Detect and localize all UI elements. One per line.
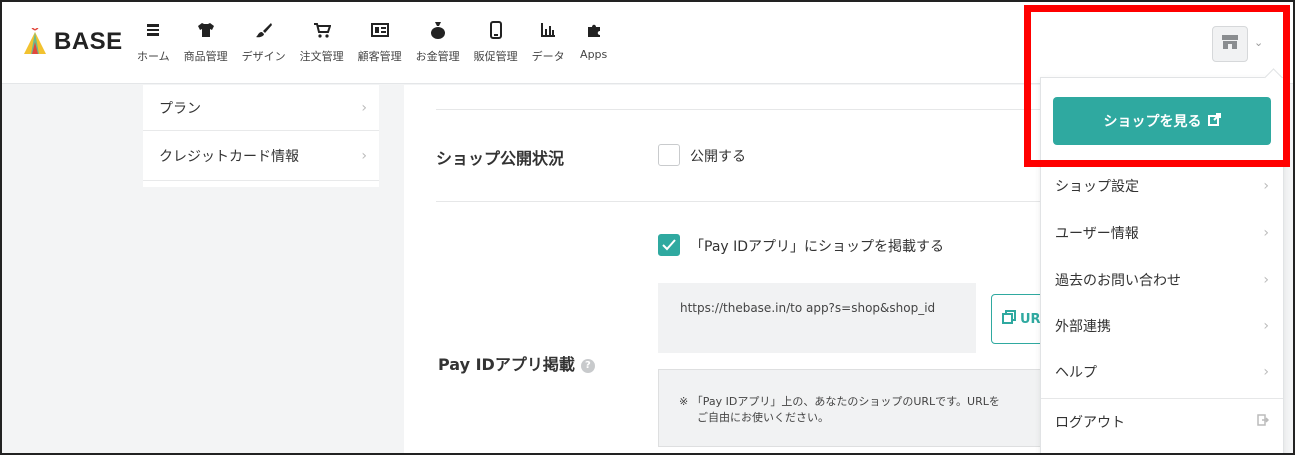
- nav-design[interactable]: デザイン: [242, 18, 286, 64]
- dropdown-item-integrations[interactable]: 外部連携 ›: [1041, 302, 1283, 350]
- shop-url-text: https://thebase.in/to app?s=shop&shop_id: [680, 301, 936, 315]
- dropdown-item-shop-settings[interactable]: ショップ設定 ›: [1041, 162, 1283, 210]
- help-icon[interactable]: ?: [580, 358, 595, 373]
- publish-checkbox[interactable]: [658, 144, 680, 166]
- copy-icon: [1002, 310, 1016, 328]
- payid-listing-label: Pay IDアプリ掲載?: [438, 351, 595, 375]
- sidebar-item-label: クレジットカード情報: [159, 148, 299, 165]
- logout-item[interactable]: ログアウト: [1041, 398, 1283, 446]
- brush-icon: [249, 18, 279, 42]
- base-logo[interactable]: BASE: [22, 27, 123, 56]
- nav-products[interactable]: 商品管理: [184, 18, 228, 64]
- payid-listing-text: Pay IDアプリ掲載: [438, 355, 575, 374]
- puzzle-icon: [579, 18, 609, 42]
- brand-name: BASE: [54, 28, 123, 55]
- nav-label: Apps: [580, 48, 608, 61]
- shop-status-label: ショップ公開状況: [436, 149, 565, 168]
- dropdown-item-help[interactable]: ヘルプ ›: [1041, 348, 1283, 396]
- nav-money[interactable]: お金管理: [416, 18, 460, 64]
- check-icon: [662, 239, 676, 251]
- sidebar-item-credit-card[interactable]: クレジットカード情報 ›: [143, 131, 379, 181]
- main-nav: ホーム 商品管理 デザイン 注文管理 顧客管理 お金管理 販促管理 データ Ap…: [137, 18, 623, 64]
- nav-data[interactable]: データ: [532, 18, 565, 64]
- money-bag-icon: [423, 18, 453, 42]
- chevron-right-icon: ›: [361, 147, 367, 164]
- view-shop-button[interactable]: ショップを見る: [1053, 97, 1271, 145]
- chevron-right-icon: ›: [1263, 364, 1269, 380]
- dropdown-item-past-inquiries[interactable]: 過去のお問い合わせ ›: [1041, 256, 1283, 304]
- view-shop-label: ショップを見る: [1103, 114, 1202, 130]
- bar-chart-icon: [533, 18, 563, 42]
- shop-url-field[interactable]: https://thebase.in/to app?s=shop&shop_id: [658, 283, 976, 353]
- dropdown-item-label: 過去のお問い合わせ: [1055, 273, 1181, 289]
- payid-checkbox-label: 「Pay IDアプリ」にショップを掲載する: [690, 239, 945, 255]
- settings-sidebar: プラン › クレジットカード情報 ›: [143, 85, 379, 187]
- dropdown-item-label: ショップ設定: [1055, 179, 1139, 195]
- shop-menu-button[interactable]: [1212, 26, 1248, 62]
- nav-apps[interactable]: Apps: [579, 18, 609, 64]
- external-link-icon: [1207, 112, 1221, 130]
- nav-label: 注文管理: [299, 50, 344, 63]
- nav-label: 顧客管理: [357, 50, 402, 63]
- phone-icon: [481, 18, 511, 42]
- store-icon: [1221, 34, 1239, 54]
- publish-checkbox-label: 公開する: [690, 149, 746, 165]
- nav-label: 商品管理: [183, 50, 228, 63]
- chevron-right-icon: ›: [1263, 272, 1269, 288]
- nav-label: データ: [531, 50, 565, 63]
- nav-orders[interactable]: 注文管理: [300, 18, 344, 64]
- app-window: BASE ホーム 商品管理 デザイン 注文管理 顧客管理 お金管理 販促管理 デ…: [0, 0, 1295, 455]
- dropdown-item-label: 外部連携: [1055, 319, 1111, 335]
- chevron-right-icon: ›: [1263, 178, 1269, 194]
- nav-home[interactable]: ホーム: [137, 18, 170, 64]
- nav-label: お金管理: [415, 50, 460, 63]
- note-line: ご自由にお使いください。: [697, 411, 829, 424]
- sidebar-item-label: プラン: [159, 100, 201, 117]
- divider: [436, 109, 1136, 110]
- nav-customers[interactable]: 顧客管理: [358, 18, 402, 64]
- dropdown-item-label: ユーザー情報: [1055, 226, 1139, 242]
- nav-promotion[interactable]: 販促管理: [474, 18, 518, 64]
- payid-checkbox[interactable]: [658, 234, 680, 256]
- chevron-right-icon: ›: [1263, 318, 1269, 334]
- nav-label: デザイン: [241, 50, 286, 63]
- nav-label: ホーム: [137, 50, 170, 63]
- cart-icon: [307, 18, 337, 42]
- sidebar-item-plan[interactable]: プラン ›: [143, 85, 379, 131]
- account-dropdown: ショップを見る ショップ設定 › ユーザー情報 › 過去のお問い合わせ › 外部…: [1040, 77, 1284, 453]
- chevron-down-icon[interactable]: ⌄: [1254, 36, 1263, 49]
- chevron-right-icon: ›: [1263, 225, 1269, 241]
- list-icon: [138, 18, 168, 42]
- logout-icon: [1257, 414, 1270, 430]
- tent-logo-icon: [22, 27, 48, 56]
- note-line: ※ 「Pay IDアプリ」上の、あなたのショップのURLです。URLを: [679, 395, 1000, 408]
- chevron-right-icon: ›: [361, 99, 367, 116]
- dropdown-item-user-info[interactable]: ユーザー情報 ›: [1041, 209, 1283, 257]
- tshirt-icon: [191, 18, 221, 42]
- dropdown-item-label: ヘルプ: [1055, 365, 1097, 381]
- top-navigation-bar: BASE ホーム 商品管理 デザイン 注文管理 顧客管理 お金管理 販促管理 デ…: [2, 2, 1293, 84]
- customer-card-icon: [365, 18, 395, 42]
- payid-note: ※ 「Pay IDアプリ」上の、あなたのショップのURLです。URLを ご自由に…: [658, 369, 1078, 447]
- nav-label: 販促管理: [473, 50, 518, 63]
- logout-label: ログアウト: [1055, 415, 1125, 431]
- divider: [436, 201, 1136, 202]
